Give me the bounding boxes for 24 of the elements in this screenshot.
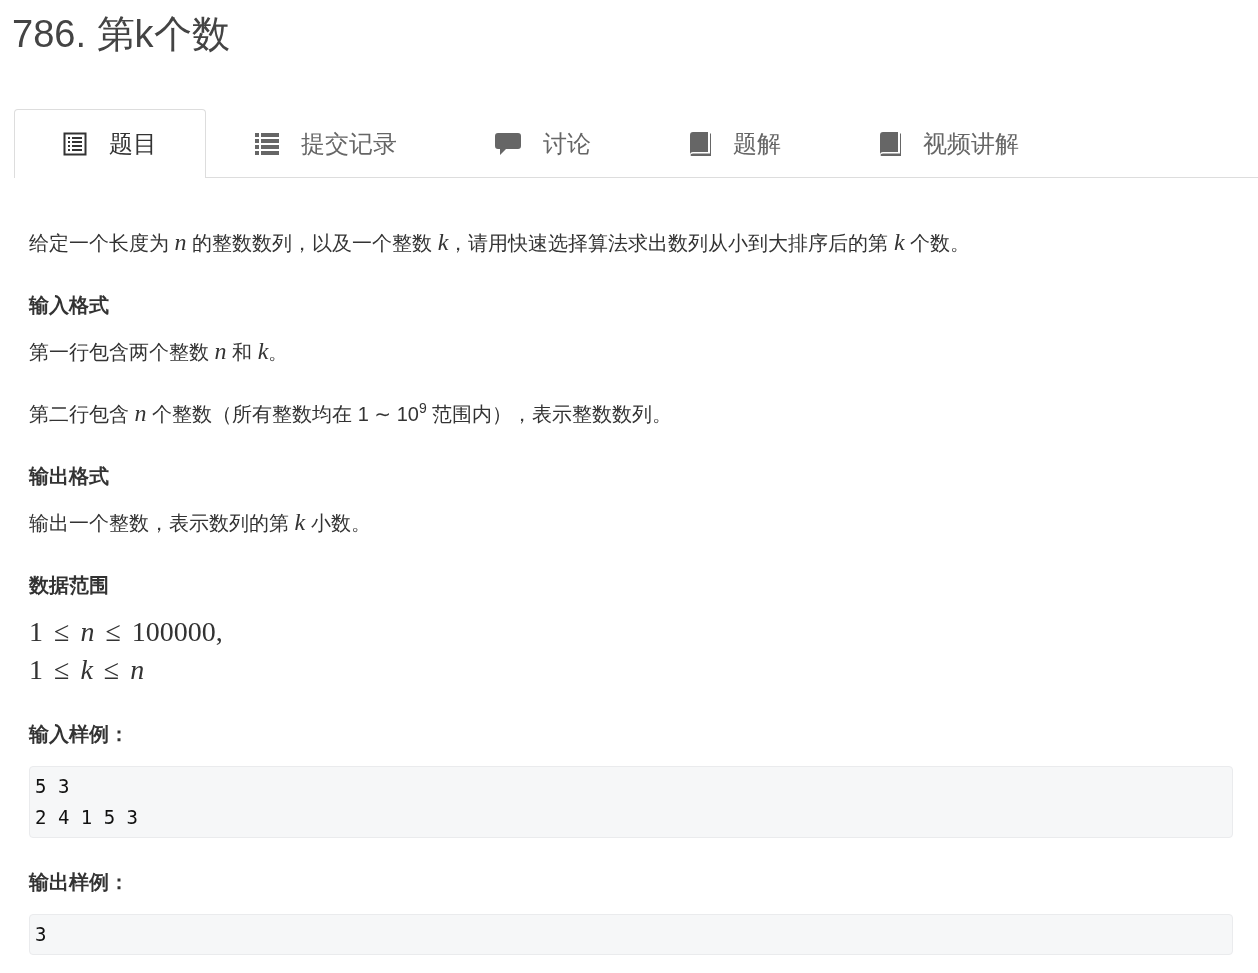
paragraph: 输出一个整数，表示数列的第 k 小数。 (29, 512, 371, 534)
section-heading: 输出格式 (29, 465, 109, 487)
code-block: 5 3 2 4 1 5 3 (29, 766, 1233, 838)
section-heading: 数据范围 (29, 574, 109, 596)
section-heading: 输入格式 (29, 294, 109, 316)
paragraph: 第二行包含 n 个整数（所有整数均在 1 ∼ 10$^{9}$ 范围内），表示整数数列。 (29, 403, 673, 425)
book-icon (689, 131, 711, 156)
tab[interactable]: 讨论 (446, 109, 640, 177)
formula-line: 1 ≤ k ≤ n (29, 653, 145, 687)
tab[interactable]: 题解 (640, 109, 830, 177)
book-icon (879, 131, 901, 156)
list-icon (255, 132, 279, 155)
speech-bubble-icon (495, 132, 521, 155)
code-block: 3 (29, 914, 1233, 955)
tab[interactable]: 提交记录 (206, 109, 446, 177)
tab[interactable]: 题目 (14, 109, 206, 178)
paragraph: 给定一个长度为 n 的整数数列，以及一个整数 k，请用快速选择算法求出数列从小到大排序后的第 k 个数。 (29, 232, 971, 254)
formula-line: 1 ≤ n ≤ 100000, (29, 615, 223, 649)
section-heading: 输入样例： (29, 723, 129, 745)
page-title: 786. 第k个数 (12, 12, 230, 57)
document-icon (63, 132, 87, 156)
paragraph: 第一行包含两个整数 n 和 k。 (29, 341, 289, 363)
tab[interactable]: 视频讲解 (830, 109, 1068, 177)
section-heading: 输出样例： (29, 871, 129, 893)
